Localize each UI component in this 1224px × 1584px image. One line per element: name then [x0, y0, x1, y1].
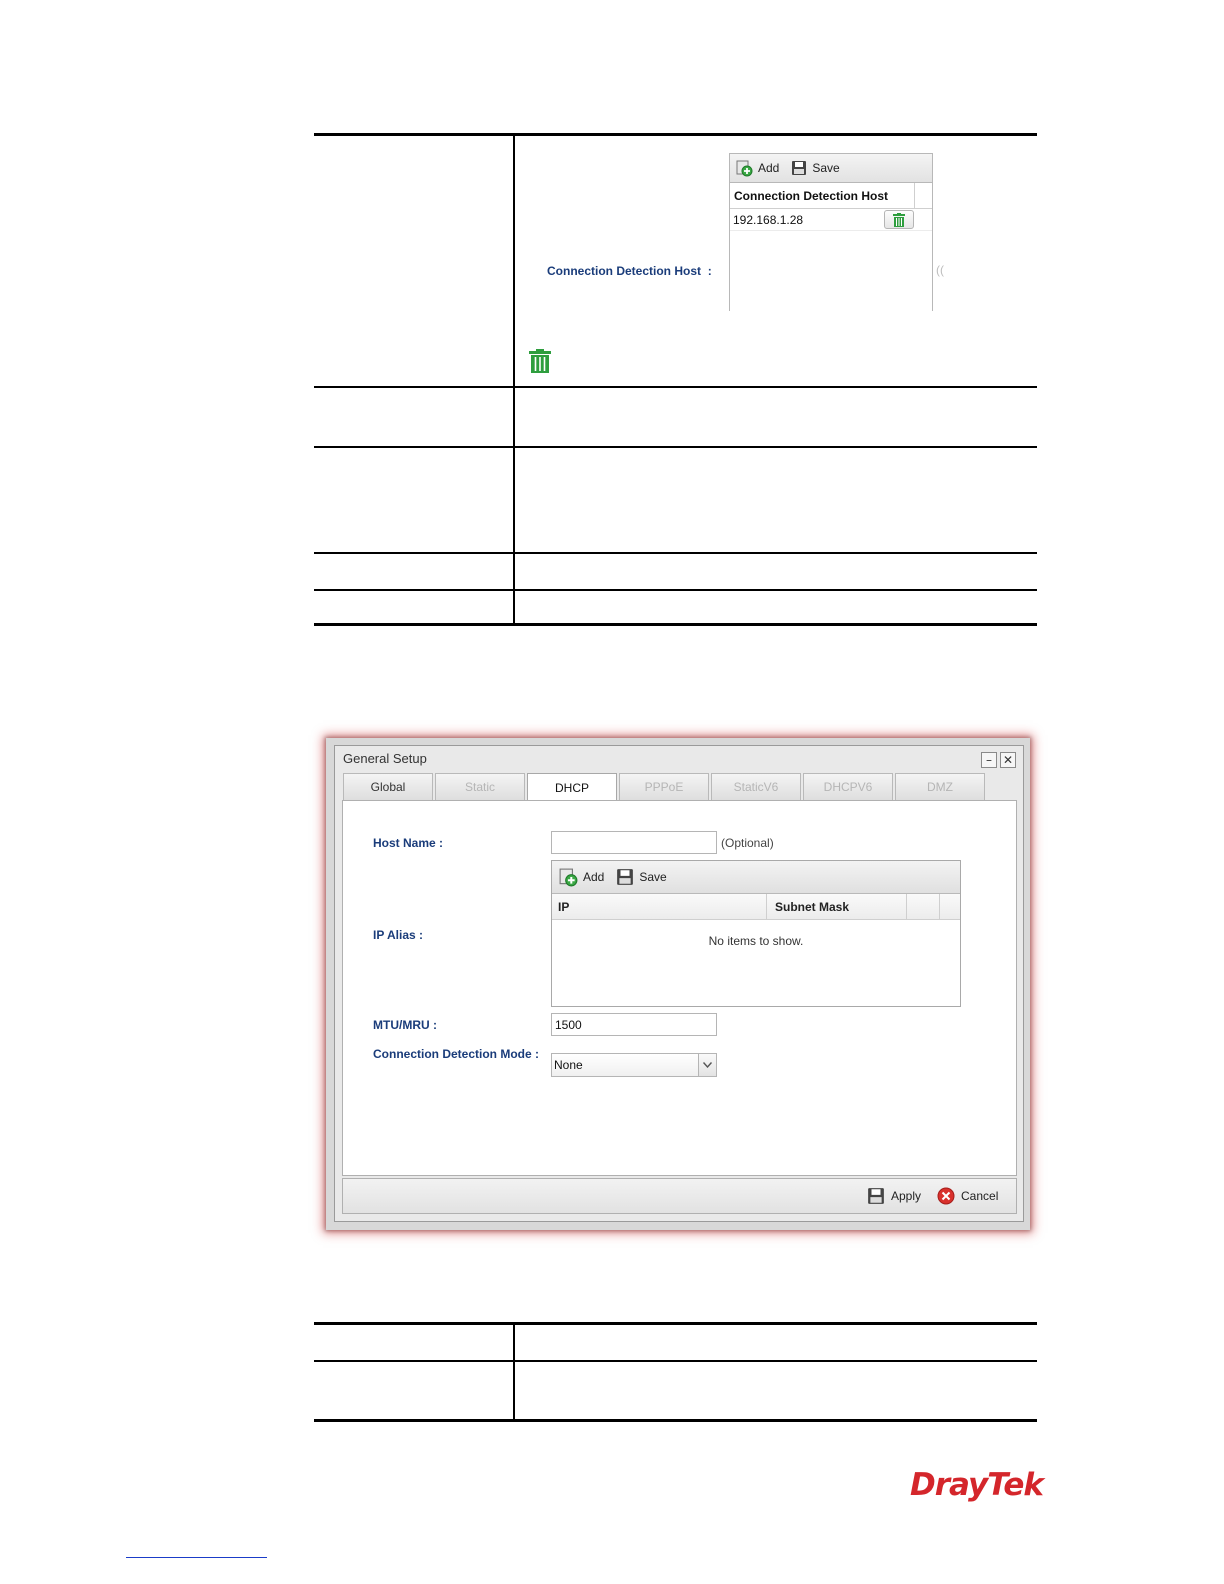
optional-note: (Optional) — [721, 836, 774, 850]
column-header-ip[interactable]: IP — [552, 894, 767, 919]
tab-bar: Global Static DHCP PPPoE StaticV6 DHCPV6… — [343, 773, 987, 801]
save-button[interactable]: Save — [616, 868, 667, 886]
draytek-logo: DrayTek — [910, 1467, 1044, 1503]
add-label: Add — [583, 870, 605, 884]
tab-dmz[interactable]: DMZ — [895, 773, 985, 800]
selected-value: None — [554, 1058, 583, 1072]
column-header-subnet-mask[interactable]: Subnet Mask — [767, 894, 907, 919]
general-setup-dialog: General Setup – ✕ Global Static DHCP PPP… — [334, 745, 1024, 1222]
ip-alias-label: IP Alias : — [373, 928, 424, 942]
footer-link-underline — [126, 1557, 267, 1558]
close-button[interactable]: ✕ — [1000, 752, 1016, 768]
row-divider — [314, 1360, 1037, 1362]
cancel-icon — [937, 1187, 955, 1205]
host-value: 192.168.1.28 — [733, 212, 804, 227]
minimize-button[interactable]: – — [981, 752, 997, 768]
chevron-down-icon[interactable] — [698, 1054, 716, 1076]
tab-dhcpv6[interactable]: DHCPV6 — [803, 773, 893, 800]
manual-page: Connection Detection Host : Add Save Con… — [0, 0, 1224, 1584]
add-label: Add — [758, 161, 780, 175]
host-name-label: Host Name : — [373, 836, 444, 850]
save-label: Save — [639, 870, 667, 884]
cancel-label: Cancel — [961, 1189, 999, 1203]
column-header-host[interactable]: Connection Detection Host — [730, 183, 915, 208]
tab-static[interactable]: Static — [435, 773, 525, 800]
add-icon — [559, 868, 578, 886]
row-divider — [314, 589, 1037, 591]
dialog-title: General Setup — [343, 751, 427, 766]
connection-detection-mode-select[interactable]: None — [551, 1053, 717, 1077]
grid-header: Connection Detection Host — [730, 183, 932, 209]
dhcp-panel: Host Name : (Optional) IP Alias : Add Sa… — [342, 800, 1017, 1176]
apply-label: Apply — [891, 1189, 922, 1203]
connection-detection-mode-label: Connection Detection Mode : — [373, 1047, 539, 1061]
mtu-mru-label: MTU/MRU : — [373, 1018, 437, 1032]
grid-toolbar: Add Save — [730, 153, 932, 183]
ip-alias-grid: Add Save IP Subnet Mask No items to show… — [551, 860, 961, 1007]
dialog-footer: Apply Cancel — [342, 1178, 1017, 1214]
column-header-action — [907, 894, 940, 919]
connection-detection-host-label: Connection Detection Host : — [547, 264, 712, 278]
save-icon — [617, 869, 634, 885]
row-divider — [314, 386, 1037, 388]
top-table: Connection Detection Host : Add Save Con… — [314, 133, 1037, 626]
grid-header: IP Subnet Mask — [552, 894, 960, 920]
tab-pppoe[interactable]: PPPoE — [619, 773, 709, 800]
tab-staticv6[interactable]: StaticV6 — [711, 773, 801, 800]
delete-row-button[interactable] — [884, 210, 914, 229]
trash-icon — [529, 349, 551, 373]
save-icon — [868, 1188, 884, 1204]
truncated-note: (( — [936, 263, 944, 277]
tab-dhcp[interactable]: DHCP — [527, 773, 617, 801]
table-row[interactable]: 192.168.1.28 — [730, 209, 932, 231]
add-button[interactable]: Add — [559, 868, 604, 887]
add-button[interactable]: Add — [736, 160, 779, 177]
cancel-button[interactable]: Cancel — [937, 1187, 998, 1205]
column-divider — [513, 1325, 515, 1419]
save-icon — [792, 161, 807, 175]
add-icon — [736, 160, 753, 176]
save-label: Save — [812, 161, 840, 175]
mtu-mru-input[interactable] — [551, 1013, 717, 1036]
save-button[interactable]: Save — [791, 160, 840, 176]
tab-global[interactable]: Global — [343, 773, 433, 800]
column-divider — [513, 136, 515, 623]
host-name-input[interactable] — [551, 831, 717, 854]
row-divider — [314, 446, 1037, 448]
apply-button[interactable]: Apply — [867, 1187, 921, 1205]
empty-message: No items to show. — [708, 934, 804, 948]
grid-toolbar: Add Save — [552, 861, 960, 894]
connection-detection-host-grid: Add Save Connection Detection Host 192.1… — [729, 153, 933, 311]
row-divider — [314, 552, 1037, 554]
trash-icon — [893, 212, 905, 227]
bottom-table — [314, 1322, 1037, 1422]
